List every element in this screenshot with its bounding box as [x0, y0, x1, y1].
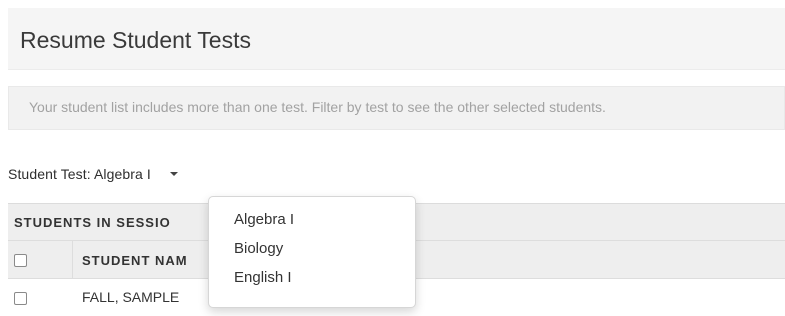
- student-test-label: Student Test: Algebra I: [8, 166, 151, 182]
- select-all-checkbox[interactable]: [14, 254, 27, 267]
- student-name-column-header[interactable]: STUDENT NAM: [82, 253, 188, 268]
- students-in-session-title: STUDENTS IN SESSIO: [14, 215, 171, 230]
- dropdown-option-english-i[interactable]: English I: [209, 263, 415, 292]
- dropdown-option-algebra-i[interactable]: Algebra I: [209, 205, 415, 234]
- info-banner: Your student list includes more than one…: [8, 86, 785, 130]
- page-title: Resume Student Tests: [20, 27, 251, 53]
- student-test-dropdown-menu: Algebra I Biology English I: [208, 196, 416, 308]
- student-test-dropdown-toggle[interactable]: Student Test: Algebra I: [8, 164, 178, 184]
- caret-down-icon: [169, 172, 178, 176]
- dropdown-option-biology[interactable]: Biology: [209, 234, 415, 263]
- info-message: Your student list includes more than one…: [29, 99, 606, 115]
- row-select-checkbox[interactable]: [14, 292, 27, 305]
- page-header: Resume Student Tests: [8, 8, 785, 70]
- student-name-cell: FALL, SAMPLE: [82, 289, 180, 305]
- resume-student-tests-page: Resume Student Tests Your student list i…: [0, 0, 785, 316]
